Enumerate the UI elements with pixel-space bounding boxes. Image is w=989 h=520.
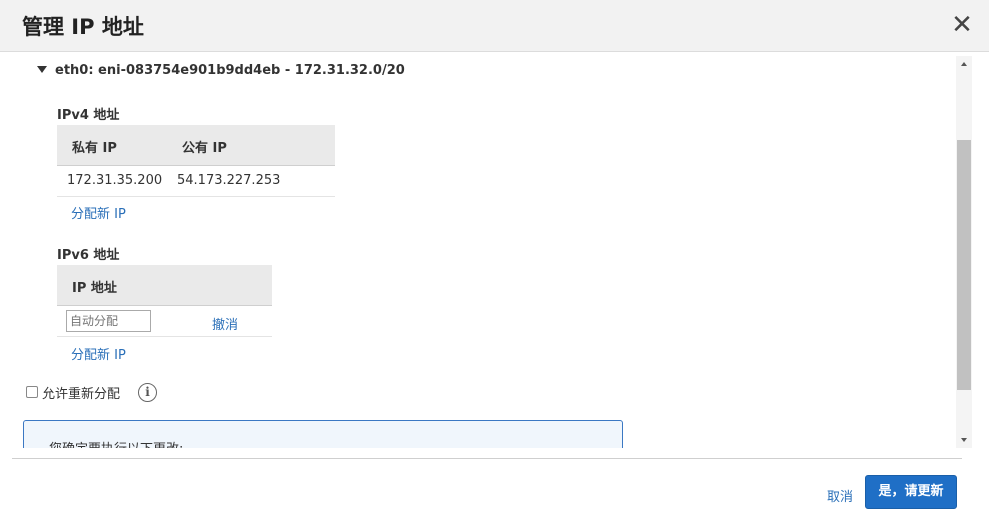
scroll-up-icon[interactable] — [956, 56, 972, 72]
column-header-private-ip: 私有 IP — [72, 141, 117, 156]
eni-header-label: eth0: eni-083754e901b9dd4eb - 172.31.32.… — [55, 63, 405, 78]
confirmation-text: 您确定要执行以下更改: — [49, 438, 183, 448]
confirm-update-button[interactable]: 是，请更新 — [865, 475, 957, 509]
scroll-down-icon[interactable] — [956, 432, 972, 448]
undo-link[interactable]: 撤消 — [212, 314, 238, 333]
ipv6-section-label: IPv6 地址 — [57, 248, 120, 263]
footer-divider — [12, 458, 962, 459]
column-header-ip-address: IP 地址 — [72, 281, 117, 296]
dialog-body: eth0: eni-083754e901b9dd4eb - 172.31.32.… — [0, 53, 956, 448]
ipv4-assign-new-ip-link[interactable]: 分配新 IP — [71, 203, 126, 222]
scrollbar-thumb[interactable] — [957, 140, 971, 390]
dialog-title: 管理 IP 地址 — [22, 15, 144, 39]
allow-reassignment-label: 允许重新分配 — [42, 387, 121, 402]
public-ip-cell: 54.173.227.253 — [177, 173, 281, 188]
eni-section-toggle[interactable]: eth0: eni-083754e901b9dd4eb - 172.31.32.… — [37, 63, 405, 78]
ipv6-table-header: IP 地址 — [57, 265, 272, 306]
ipv6-address-input[interactable] — [66, 310, 151, 332]
close-icon[interactable]: ✕ — [951, 12, 973, 38]
table-row: 撤消 — [57, 306, 272, 337]
ipv4-table-header: 私有 IP 公有 IP — [57, 125, 335, 166]
info-icon[interactable]: i — [138, 383, 157, 402]
private-ip-cell: 172.31.35.200 — [67, 173, 163, 188]
vertical-scrollbar[interactable] — [956, 56, 972, 448]
column-header-public-ip: 公有 IP — [182, 141, 227, 156]
ipv4-section-label: IPv4 地址 — [57, 108, 120, 123]
cancel-button[interactable]: 取消 — [827, 486, 853, 505]
confirmation-panel: 您确定要执行以下更改: — [23, 420, 623, 448]
ipv6-assign-new-ip-link[interactable]: 分配新 IP — [71, 344, 126, 363]
caret-down-icon — [37, 66, 47, 73]
table-row: 172.31.35.200 54.173.227.253 — [57, 166, 335, 197]
dialog-header: 管理 IP 地址 ✕ — [0, 0, 989, 52]
allow-reassignment-checkbox[interactable] — [26, 386, 38, 398]
